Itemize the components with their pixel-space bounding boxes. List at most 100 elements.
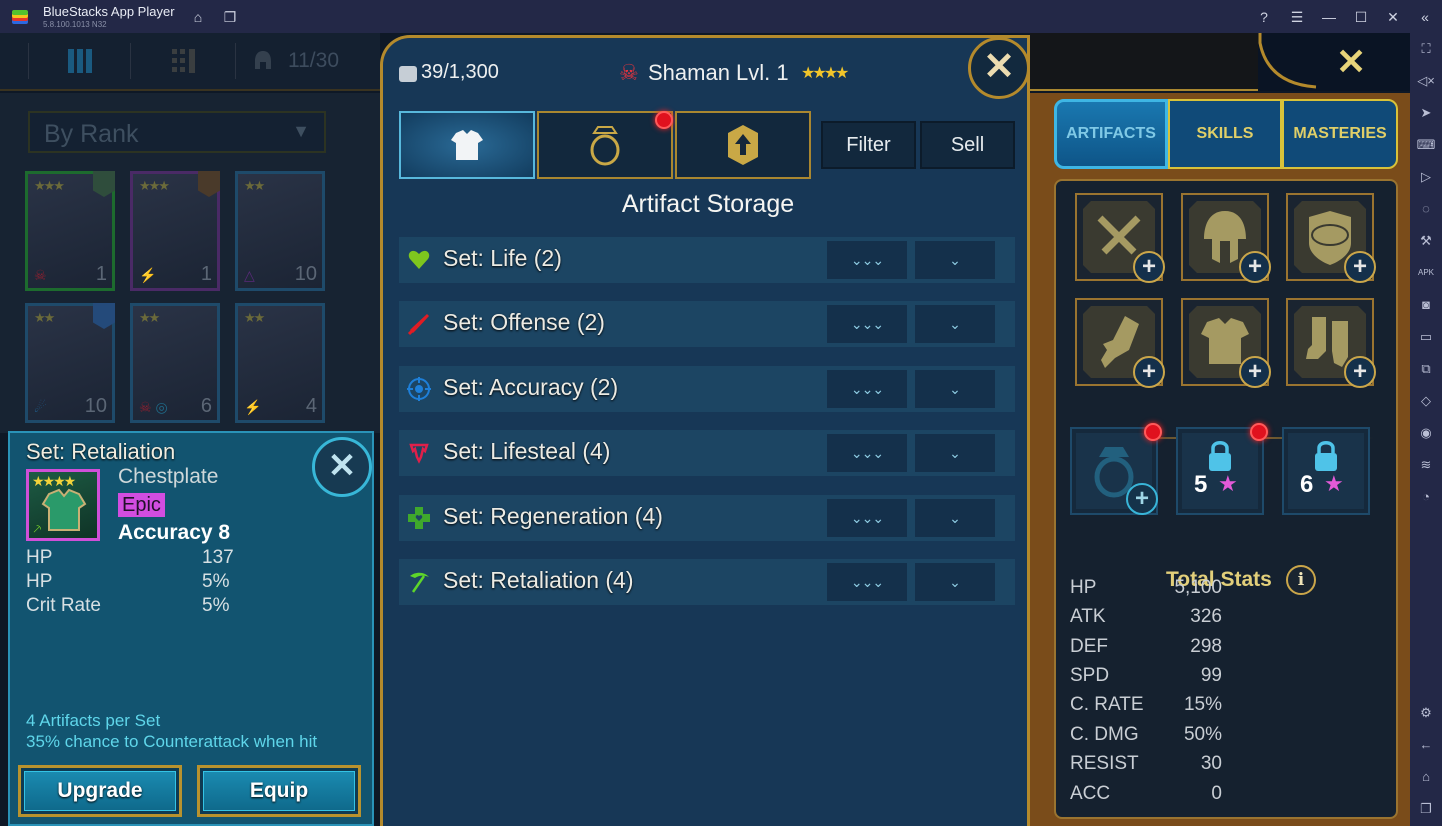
home-icon[interactable]: ⌂ [189, 8, 207, 26]
tab-upgrade[interactable] [675, 111, 811, 179]
helmet-icon [255, 51, 271, 69]
sort-dropdown[interactable]: By Rank ▼ [28, 111, 326, 153]
set-requirement: 4 Artifacts per Set [26, 711, 161, 730]
artifact-thumbnail: ★★★★ ⸕ [26, 469, 100, 541]
artifact-storage-modal: 39/1,300 ☠ Shaman Lvl. 1 ★★★★ ✕ Filter S… [380, 35, 1030, 826]
tab-accessories[interactable] [537, 111, 673, 179]
window-titlebar: BlueStacks App Player 5.8.100.1013 N32 ⌂… [0, 0, 1442, 33]
required-stars: 5 [1194, 471, 1208, 498]
layers-icon[interactable]: ≋ [1416, 455, 1436, 475]
hero-card[interactable]: ★★★ ⚡ 1 [130, 171, 220, 291]
heart-icon [408, 250, 430, 269]
collapse-sidebar-icon[interactable]: « [1416, 8, 1434, 26]
set-row-lifesteal[interactable]: Set: Lifesteal (4) ⌄⌄⌄ ⌄ [399, 430, 1015, 476]
set-expand-button[interactable]: ⌄ [915, 370, 995, 408]
maximize-icon[interactable]: ☐ [1352, 8, 1370, 26]
sell-button[interactable]: Sell [920, 121, 1015, 169]
set-expand-button[interactable]: ⌄ [915, 563, 995, 601]
gauntlets-slot[interactable]: + [1075, 298, 1165, 388]
recent-apps-icon[interactable]: ❐ [1416, 799, 1436, 819]
stat-label: RESIST [1070, 753, 1139, 774]
set-sort-button[interactable]: ⌄⌄⌄ [827, 305, 907, 343]
shield-slot[interactable]: + [1286, 193, 1376, 283]
macro-record-icon[interactable]: ▷ [1416, 167, 1436, 187]
volume-mute-icon[interactable]: ◁× [1416, 71, 1436, 91]
hero-card[interactable]: ★★ ☠ ◎ 6 [130, 303, 220, 423]
weapon-slot[interactable]: + [1075, 193, 1165, 283]
set-row-retaliation[interactable]: Set: Retaliation (4) ⌄⌄⌄ ⌄ [399, 559, 1015, 605]
primary-stat: Accuracy 8 [118, 521, 231, 544]
location-icon[interactable]: ◉ [1416, 423, 1436, 443]
keyboard-icon[interactable]: ⌨ [1416, 135, 1436, 155]
boots-slot[interactable]: + [1286, 298, 1376, 388]
shake-icon[interactable]: ◇ [1416, 391, 1436, 411]
chevron-down-icon: ▼ [292, 121, 310, 141]
hero-card[interactable]: ★★ ⚡ 4 [235, 303, 325, 423]
set-bonus: 35% chance to Counterattack when hit [26, 732, 318, 751]
set-sort-button[interactable]: ⌄⌄⌄ [827, 499, 907, 537]
list-view-icon[interactable] [68, 49, 92, 73]
upgrade-button[interactable]: Upgrade [18, 765, 182, 817]
helmet-slot[interactable]: + [1181, 193, 1271, 283]
skull-icon: ☠ [619, 60, 639, 85]
set-sort-button[interactable]: ⌄⌄⌄ [827, 434, 907, 472]
pointer-icon[interactable]: ➤ [1416, 103, 1436, 123]
tab-masteries[interactable]: MASTERIES [1282, 99, 1398, 169]
set-row-accuracy[interactable]: Set: Accuracy (2) ⌄⌄⌄ ⌄ [399, 366, 1015, 412]
minimize-icon[interactable]: — [1320, 8, 1338, 26]
home-nav-icon[interactable]: ⌂ [1416, 767, 1436, 787]
filter-button[interactable]: Filter [821, 121, 916, 169]
storage-count: 39/1,300 [421, 61, 499, 83]
folder-icon[interactable]: ▭ [1416, 327, 1436, 347]
info-button[interactable]: i [1286, 565, 1316, 595]
stat-label: ACC [1070, 783, 1111, 804]
set-expand-button[interactable]: ⌄ [915, 499, 995, 537]
tab-artifacts[interactable]: ARTIFACTS [1054, 99, 1168, 169]
help-icon[interactable]: ? [1255, 8, 1273, 26]
set-sort-button[interactable]: ⌄⌄⌄ [827, 370, 907, 408]
banner-slot[interactable]: 6 ★ [1282, 427, 1370, 515]
amulet-slot[interactable]: 5 ★ [1176, 423, 1268, 515]
add-icon: + [1239, 356, 1271, 388]
hero-card[interactable]: ★★ ☄ 10 [25, 303, 115, 423]
hero-card[interactable]: ★★ △ 10 [235, 171, 325, 291]
equip-button[interactable]: Equip [197, 765, 361, 817]
skull-icon: ☠ [34, 267, 47, 283]
set-expand-button[interactable]: ⌄ [915, 305, 995, 343]
ring-slot[interactable]: + [1070, 423, 1162, 515]
set-row-life[interactable]: Set: Life (2) ⌄⌄⌄ ⌄ [399, 237, 1015, 283]
set-row-offense[interactable]: Set: Offense (2) ⌄⌄⌄ ⌄ [399, 301, 1015, 347]
close-detail-button[interactable]: ✕ [312, 437, 372, 497]
lock-icon [1315, 441, 1337, 471]
hero-stars: ★★ [244, 178, 265, 193]
menu-icon[interactable]: ☰ [1288, 8, 1306, 26]
close-storage-button[interactable]: ✕ [968, 37, 1030, 99]
apk-install-icon[interactable]: APK [1416, 263, 1436, 283]
close-hero-panel-button[interactable]: ✕ [1336, 41, 1366, 83]
screenshot-icon[interactable]: ◙ [1416, 295, 1436, 315]
chestplate-slot[interactable]: + [1181, 298, 1271, 388]
back-icon[interactable]: ← [1416, 735, 1436, 755]
settings-icon[interactable]: ⚙ [1416, 703, 1436, 723]
set-sort-button[interactable]: ⌄⌄⌄ [827, 241, 907, 279]
hero-stars: ★★★ [34, 178, 65, 193]
multi-window-icon[interactable]: ❐ [221, 8, 239, 26]
tab-skills[interactable]: SKILLS [1168, 99, 1282, 169]
stat-label: DEF [1070, 636, 1108, 657]
stat-label: HP [1070, 577, 1097, 598]
build-icon[interactable]: ⚒ [1416, 231, 1436, 251]
force-affinity-icon: ⚡ [244, 399, 262, 415]
set-expand-button[interactable]: ⌄ [915, 434, 995, 472]
set-expand-button[interactable]: ⌄ [915, 241, 995, 279]
grid-view-icon[interactable] [172, 49, 196, 73]
set-sort-button[interactable]: ⌄⌄⌄ [827, 563, 907, 601]
rotate-icon[interactable]: ◌ [1416, 199, 1436, 219]
tab-artifacts[interactable] [399, 111, 535, 179]
fullscreen-icon[interactable]: ⛶ [1416, 39, 1436, 59]
performance-icon[interactable]: ◔ [1416, 487, 1436, 507]
multi-instance-icon[interactable]: ⧉ [1416, 359, 1436, 379]
close-icon[interactable]: ✕ [1384, 8, 1402, 26]
set-row-regeneration[interactable]: Set: Regeneration (4) ⌄⌄⌄ ⌄ [399, 495, 1015, 541]
notification-dot [655, 111, 673, 129]
hero-card[interactable]: ★★★ ☠ 1 [25, 171, 115, 291]
